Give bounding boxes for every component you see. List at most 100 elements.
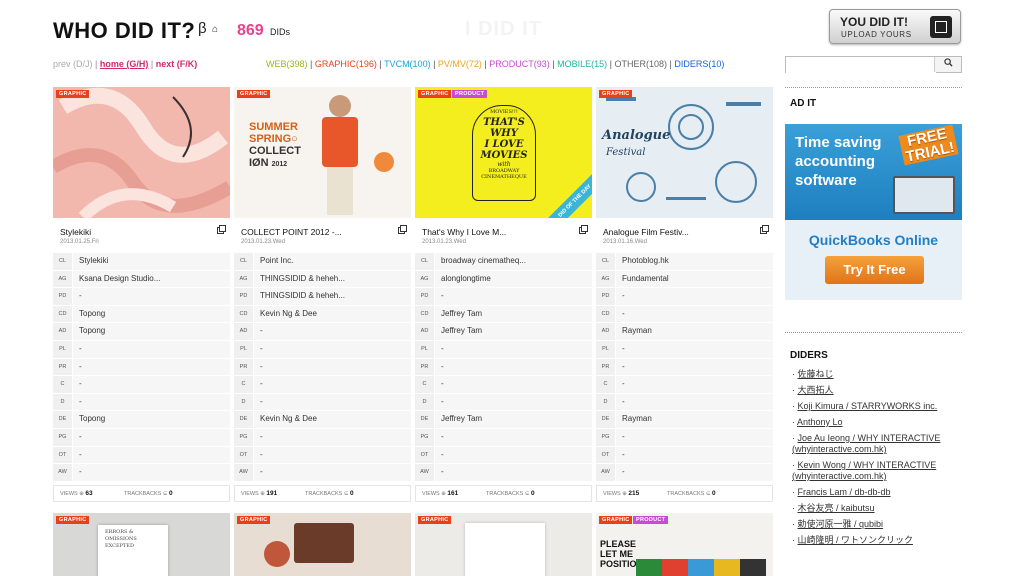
did-title[interactable]: Analogue Film Festiv... bbox=[603, 227, 753, 237]
credit-value: - bbox=[254, 358, 411, 376]
credit-key: AG bbox=[234, 270, 253, 288]
next-link[interactable]: next (F/K) bbox=[156, 59, 198, 69]
category-link[interactable]: OTHER(108) bbox=[615, 59, 668, 69]
dider-link[interactable]: Joe Au Ieong / WHY INTERACTIVE (whyinter… bbox=[792, 433, 940, 454]
views-stat: VIEWS ⊕ 215 bbox=[603, 486, 639, 502]
views-label: VIEWS ⊕ bbox=[422, 491, 446, 497]
dider-item: · 木谷友亮 / kaibutsu bbox=[792, 503, 875, 513]
credits-table: CL Photoblog.hk AG Fundamental PD - CD - AD Rayma… bbox=[596, 253, 773, 482]
credits-table: CL Stylekiki AG Ksana Design Studio... PD - CD… bbox=[53, 253, 230, 482]
credit-row: PL - bbox=[415, 340, 592, 359]
search-input[interactable] bbox=[786, 59, 936, 75]
credit-value[interactable]: Jeffrey Tam bbox=[435, 323, 592, 340]
category-separator: | bbox=[607, 59, 615, 69]
category-link[interactable]: DIDERS(10) bbox=[674, 59, 724, 69]
prev-link[interactable]: prev (D/J) bbox=[53, 59, 93, 69]
credit-value[interactable]: Stylekiki bbox=[73, 253, 230, 270]
search-icon[interactable] bbox=[934, 57, 961, 72]
home-link[interactable]: home (G/H) bbox=[100, 59, 149, 69]
category-tag: PRODUCT bbox=[452, 90, 488, 98]
dider-link[interactable]: 山崎隆明 / ワトソンクリック bbox=[798, 535, 914, 545]
dider-link[interactable]: Anthony Lo bbox=[797, 417, 843, 427]
external-link-icon[interactable] bbox=[760, 225, 769, 234]
credit-row: C- bbox=[415, 376, 592, 394]
did-thumbnail[interactable]: PLEASE LET ME POSITION GRAPHIC PRODUCT bbox=[596, 513, 773, 576]
dider-link[interactable]: 木谷友亮 / kaibutsu bbox=[798, 503, 875, 513]
thumb-text: MOVIES!!! bbox=[490, 109, 518, 115]
credit-row: AD - bbox=[234, 323, 411, 341]
try-it-free-button[interactable]: Try It Free bbox=[825, 256, 924, 284]
credit-key: CD bbox=[53, 305, 72, 323]
credit-value[interactable]: Topong bbox=[73, 411, 230, 428]
thumb-text: IØN bbox=[249, 157, 269, 169]
upload-button[interactable]: YOU DID IT! UPLOAD YOURS bbox=[829, 9, 961, 44]
did-title[interactable]: Stylekiki bbox=[60, 227, 210, 237]
category-link[interactable]: PRODUCT(93) bbox=[489, 59, 550, 69]
did-title[interactable]: That's Why I Love M... bbox=[422, 227, 572, 237]
site-logo[interactable]: WHO DID IT? bbox=[53, 18, 195, 44]
did-thumbnail[interactable]: GRAPHIC bbox=[415, 513, 592, 576]
credit-key: PD bbox=[234, 288, 253, 305]
credit-value: - bbox=[73, 446, 230, 464]
dider-item: · 勅使河原一雅 / qubibi bbox=[792, 519, 884, 529]
credit-value[interactable]: Photoblog.hk bbox=[616, 253, 773, 270]
ad-line3: software bbox=[795, 172, 857, 189]
credit-key: PD bbox=[596, 288, 615, 305]
did-title[interactable]: COLLECT POINT 2012 -... bbox=[241, 227, 391, 237]
credit-key: CD bbox=[234, 305, 253, 323]
ad-banner[interactable]: Time saving accounting software FREE TRI… bbox=[785, 124, 962, 300]
credit-value[interactable]: Point Inc. bbox=[254, 253, 411, 270]
category-link[interactable]: TVCM(100) bbox=[384, 59, 431, 69]
credit-value[interactable]: Kevin Ng & Dee bbox=[254, 411, 411, 428]
credit-key: AW bbox=[234, 464, 253, 481]
credit-row: C- bbox=[596, 376, 773, 394]
did-thumbnail[interactable]: GRAPHIC bbox=[53, 87, 230, 218]
category-link[interactable]: GRAPHIC(196) bbox=[315, 59, 377, 69]
pager-nav: prev (D/J) | home (G/H) | next (F/K) bbox=[53, 59, 197, 69]
did-thumbnail[interactable]: MOVIES!!! THAT'S WHY I LOVE MOVIES with BROADW… bbox=[415, 87, 592, 218]
credit-value[interactable]: Fundamental bbox=[616, 270, 773, 288]
trackbacks-stat: TRACKBACKS ⊆ 0 bbox=[486, 486, 535, 502]
credit-value[interactable]: Ksana Design Studio... bbox=[73, 270, 230, 288]
external-link-icon[interactable] bbox=[398, 225, 407, 234]
did-thumbnail[interactable]: Analogue Festival GRAPHIC bbox=[596, 87, 773, 218]
dider-link[interactable]: Koji Kimura / STARRYWORKS inc. bbox=[798, 401, 938, 411]
did-thumbnail[interactable]: GRAPHIC bbox=[234, 513, 411, 576]
category-tag: GRAPHIC bbox=[56, 90, 90, 98]
credit-value[interactable]: THINGSIDID & heheh... bbox=[254, 270, 411, 288]
credit-value[interactable]: Kevin Ng & Dee bbox=[254, 305, 411, 323]
credit-value[interactable]: broadway cinematheq... bbox=[435, 253, 592, 270]
did-thumbnail[interactable]: ERRORS & OMISSIONS EXCEPTED GRAPHIC bbox=[53, 513, 230, 576]
dider-link[interactable]: 佐藤ねじ bbox=[798, 369, 834, 379]
credit-key: PL bbox=[234, 340, 253, 358]
credit-key: PR bbox=[415, 358, 434, 376]
dider-item: · Joe Au Ieong / WHY INTERACTIVE (whyint… bbox=[792, 433, 941, 454]
credit-value[interactable]: Topong bbox=[73, 305, 230, 323]
category-link[interactable]: WEB(398) bbox=[266, 59, 308, 69]
did-date: 2013.01.23.Wed bbox=[241, 239, 285, 245]
external-link-icon[interactable] bbox=[217, 225, 226, 234]
category-link[interactable]: PV/MV(72) bbox=[438, 59, 482, 69]
credit-key: PL bbox=[596, 340, 615, 358]
dider-link[interactable]: Kevin Wong / WHY INTERACTIVE (whyinterac… bbox=[792, 460, 936, 481]
credit-key: PD bbox=[415, 288, 434, 305]
credit-value[interactable]: Rayman bbox=[616, 323, 773, 340]
did-thumbnail[interactable]: SUMMER SPRING○ COLLECT IØN 2012 GRAPHIC bbox=[234, 87, 411, 218]
credit-value[interactable]: Topong bbox=[73, 323, 230, 340]
credit-value[interactable]: Jeffrey Tam bbox=[435, 305, 592, 323]
credit-value[interactable]: alonglongtime bbox=[435, 270, 592, 288]
credit-row: PG - bbox=[415, 428, 592, 447]
dider-link[interactable]: Francis Lam / db-db-db bbox=[798, 487, 891, 497]
dider-link[interactable]: 大西拓人 bbox=[798, 385, 834, 395]
credit-value[interactable]: THINGSIDID & heheh... bbox=[254, 288, 411, 305]
credit-value[interactable]: Rayman bbox=[616, 411, 773, 428]
credit-value: - bbox=[616, 464, 773, 481]
thumb-text: THAT'S bbox=[483, 117, 525, 128]
home-icon[interactable]: ⌂ bbox=[212, 24, 218, 35]
credit-row: PR - bbox=[53, 358, 230, 377]
external-link-icon[interactable] bbox=[579, 225, 588, 234]
credit-row: D- bbox=[53, 393, 230, 412]
category-link[interactable]: MOBILE(15) bbox=[557, 59, 607, 69]
dider-link[interactable]: 勅使河原一雅 / qubibi bbox=[798, 519, 884, 529]
credit-value[interactable]: Jeffrey Tam bbox=[435, 411, 592, 428]
